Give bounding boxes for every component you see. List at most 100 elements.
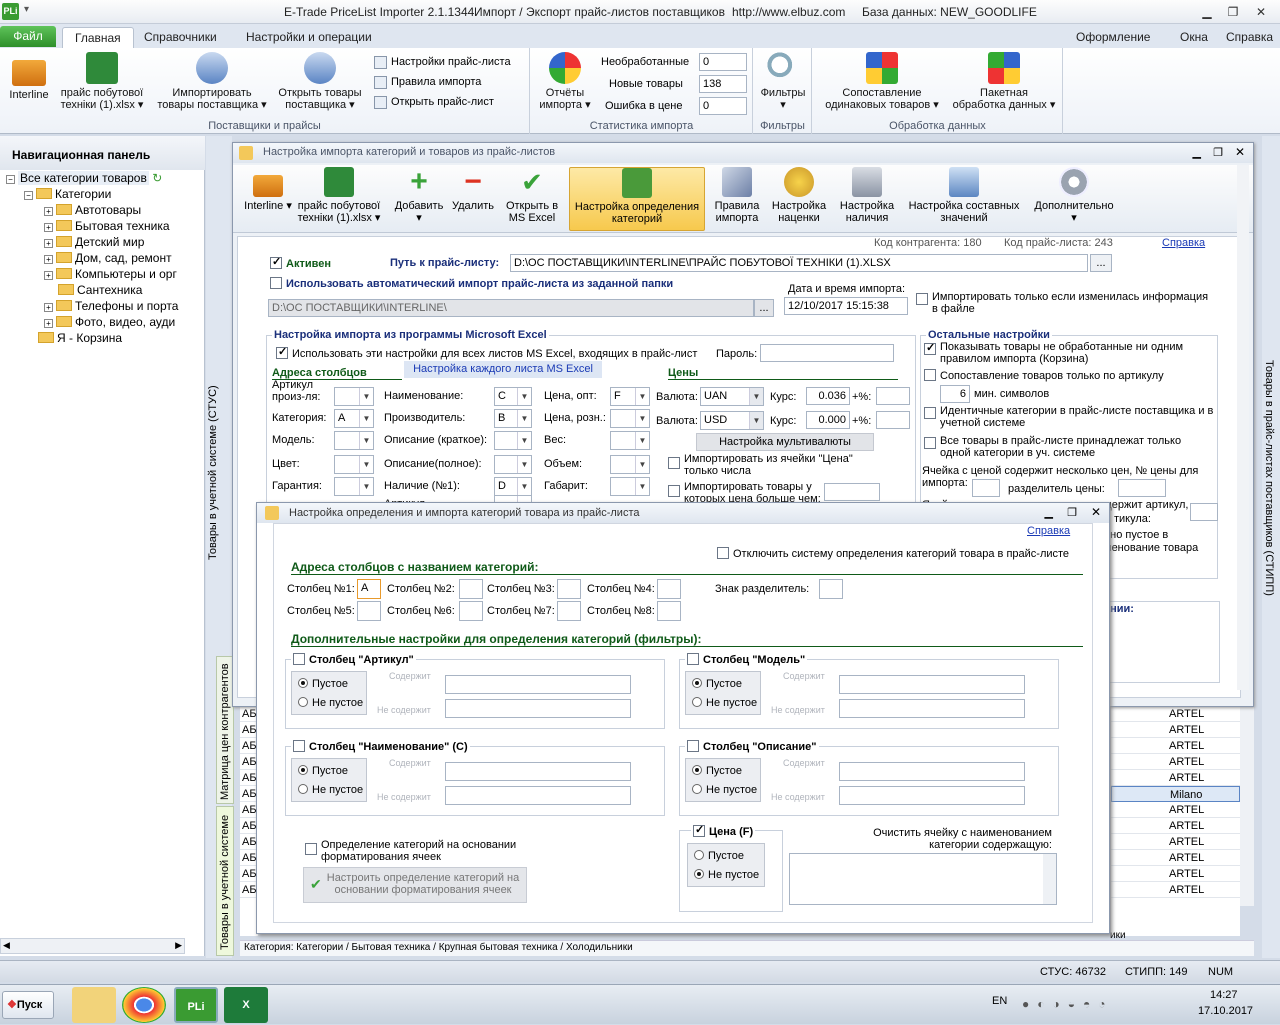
tree-item[interactable]: + Компьютеры и орг (6, 266, 202, 282)
tb-add-button[interactable]: + Добавить ▾ (391, 167, 447, 231)
minimize-icon[interactable]: ▁ (1193, 146, 1201, 159)
column-select[interactable]: ▼ (334, 455, 374, 474)
multicurrency-button[interactable]: Настройка мультивалюты (696, 433, 874, 451)
pct1-input[interactable] (876, 387, 910, 405)
table-row[interactable]: ARTEL (1111, 882, 1240, 898)
minimize-icon[interactable]: ▁ (1196, 4, 1218, 20)
filter-not-empty-radio[interactable]: Не пустое (298, 697, 363, 709)
column-select[interactable]: ▼ (334, 431, 374, 450)
tb-markup-button[interactable]: Настройка наценки (767, 167, 831, 231)
column-input[interactable] (459, 601, 483, 621)
price-settings-button[interactable]: Настройки прайс-листа (374, 52, 526, 72)
batch-processing-button[interactable]: Пакетная обработка данных ▾ (949, 52, 1059, 111)
folder-input[interactable]: D:\ОС ПОСТАВЩИКИ\INTERLINE\ (268, 299, 754, 317)
price-separator-input[interactable] (1118, 479, 1166, 497)
tb-availability-button[interactable]: Настройка наличия (835, 167, 899, 231)
column-input[interactable] (357, 601, 381, 621)
table-row[interactable]: ARTEL (1111, 754, 1240, 770)
filter-checkbox[interactable]: Столбец "Модель" (685, 653, 808, 666)
side-tab-stipp[interactable]: Товары в прайс-листах поставщиков (СТИПП… (1263, 360, 1275, 640)
tb-category-settings-button[interactable]: Настройка определения категорий (569, 167, 705, 231)
not-contains-input[interactable] (839, 699, 1025, 718)
restore-icon[interactable]: ❐ (1213, 146, 1223, 159)
column-select[interactable]: ▼ (334, 477, 374, 496)
contains-input[interactable] (445, 675, 631, 694)
open-goods-button[interactable]: Открыть товары поставщика ▾ (272, 52, 368, 111)
table-row[interactable]: ARTEL (1111, 770, 1240, 786)
date-input[interactable]: 12/10/2017 15:15:38 (784, 297, 908, 315)
column-select[interactable]: ▼ (610, 477, 650, 496)
restore-icon[interactable]: ❐ (1067, 506, 1077, 519)
reports-button[interactable]: Отчёты импорта ▾ (537, 52, 593, 111)
table-row[interactable]: ARTEL (1111, 722, 1240, 738)
separator-input[interactable] (819, 579, 843, 599)
column-input[interactable] (657, 601, 681, 621)
pct2-input[interactable] (876, 411, 910, 429)
tb-composite-button[interactable]: Настройка составных значений (903, 167, 1025, 231)
interline-button[interactable]: Interline (4, 56, 54, 101)
close-icon[interactable]: ✕ (1235, 145, 1245, 159)
not-contains-input[interactable] (445, 786, 631, 805)
win1-scrollbar[interactable] (1237, 165, 1249, 690)
tree-categories[interactable]: − Категории (6, 186, 202, 202)
column-input[interactable]: A (357, 579, 381, 599)
currency2-select[interactable]: USD ▼ (700, 411, 764, 430)
column-select[interactable]: ▼ (334, 387, 374, 406)
column-input[interactable] (459, 579, 483, 599)
maximize-icon[interactable]: ❐ (1222, 4, 1244, 20)
price-not-empty-radio[interactable]: Не пустое (694, 869, 759, 881)
table-row[interactable]: ARTEL (1111, 738, 1240, 754)
refresh-icon[interactable]: ↻ (152, 171, 162, 185)
minimize-icon[interactable]: ▁ (1045, 506, 1053, 519)
help-link[interactable]: Справка (1027, 525, 1070, 537)
tb-pricefile-button[interactable]: прайс побутової техніки (1).xlsx ▾ (293, 167, 385, 231)
filter-checkbox[interactable]: Столбец "Артикул" (291, 653, 416, 666)
quick-access-menu-icon[interactable]: ▾ (24, 4, 36, 18)
tree-item[interactable]: + Автотовары (6, 202, 202, 218)
browse-path-button[interactable]: ... (1090, 254, 1112, 272)
menu-windows[interactable]: Окна (1168, 27, 1220, 48)
table-row[interactable]: ARTEL (1111, 818, 1240, 834)
active-checkbox[interactable]: Активен (270, 255, 331, 270)
close-icon[interactable]: ✕ (1250, 4, 1272, 20)
column-select[interactable]: F ▼ (610, 387, 650, 406)
import-goods-button[interactable]: Импортировать товары поставщика ▾ (152, 52, 272, 111)
table-row[interactable]: Milano (1111, 786, 1240, 802)
tree-basket[interactable]: Я - Корзина (6, 330, 202, 346)
rate1-input[interactable]: 0.036 (806, 387, 850, 405)
contains-input[interactable] (839, 675, 1025, 694)
each-sheet-button[interactable]: Настройка каждого листа MS Excel (404, 361, 602, 378)
column-select[interactable]: ▼ (494, 431, 532, 450)
tab-settings[interactable]: Настройки и операции (234, 27, 384, 48)
format-settings-button[interactable]: ✔ Настроить определение категорий на осн… (303, 867, 527, 903)
column-input[interactable] (557, 579, 581, 599)
other-setting-4[interactable]: Все товары в прайс-листе принадлежат тол… (924, 435, 1214, 459)
tree-item[interactable]: + Детский мир (6, 234, 202, 250)
filter-empty-radio[interactable]: Пустое (298, 765, 348, 777)
numbers-only-checkbox[interactable]: Импортировать из ячейки "Цена" только чи… (668, 453, 888, 477)
explorer-taskbar-icon[interactable] (72, 987, 116, 1023)
clock-time[interactable]: 14:27 (1210, 989, 1238, 1001)
open-price-button[interactable]: Открыть прайс-лист (374, 92, 526, 112)
pli-taskbar-icon[interactable]: PLi (174, 987, 218, 1023)
price-empty-radio[interactable]: Пустое (694, 850, 744, 862)
filter-checkbox[interactable]: Столбец "Наименование" (C) (291, 740, 470, 753)
side-tab-stus[interactable]: Товары в учетной системе (СТУС) (207, 380, 219, 560)
table-row[interactable]: ARTEL (1111, 850, 1240, 866)
path-input[interactable]: D:\ОС ПОСТАВЩИКИ\INTERLINE\ПРАЙС ПОБУТОВ… (510, 254, 1088, 272)
filter-empty-radio[interactable]: Пустое (692, 678, 742, 690)
table-row[interactable]: ARTEL (1111, 706, 1240, 722)
tab-file[interactable]: Файл (0, 26, 56, 47)
column-select[interactable]: ▼ (610, 455, 650, 474)
tree-item[interactable]: + Бытовая техника (6, 218, 202, 234)
other-setting-2[interactable]: Сопоставление товаров только по артикулу (924, 369, 1164, 382)
match-goods-button[interactable]: Сопоставление одинаковых товаров ▾ (817, 52, 947, 111)
price-greater-input[interactable] (824, 483, 880, 501)
currency1-select[interactable]: UAN ▼ (700, 387, 764, 406)
format-detect-checkbox[interactable]: Определение категорий на основании форма… (305, 839, 535, 863)
tb-interline-button[interactable]: Interline ▾ (243, 167, 293, 231)
tray-icons[interactable]: ●◐◑◒◓◔ (1022, 997, 1182, 1013)
excel-taskbar-icon[interactable]: X (224, 987, 268, 1023)
tb-more-button[interactable]: Дополнительно ▾ (1029, 167, 1119, 231)
tree-item[interactable]: + Дом, сад, ремонт (6, 250, 202, 266)
